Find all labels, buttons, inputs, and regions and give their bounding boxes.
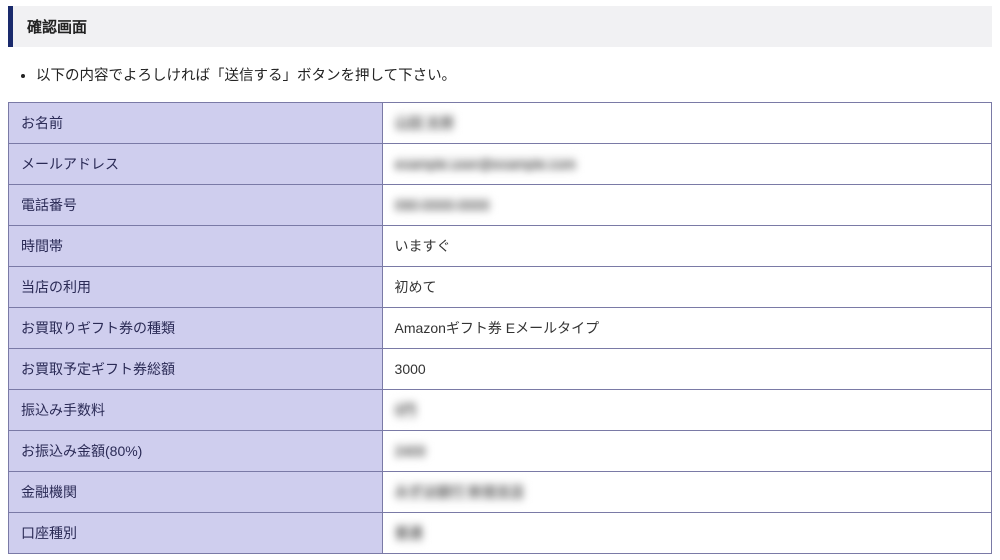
instruction-list: 以下の内容でよろしければ「送信する」ボタンを押して下さい。: [36, 65, 992, 88]
row-label: お買取予定ギフト券総額: [9, 349, 383, 390]
page-title: 確認画面: [27, 16, 978, 37]
confirmation-table: お名前山田 太郎メールアドレス example.user@example.com 電…: [8, 102, 992, 554]
page-title-bar: 確認画面: [8, 6, 992, 47]
table-row: 時間帯いますぐ: [9, 226, 992, 267]
redacted-value: 0円: [395, 400, 417, 420]
row-label: 金融機関: [9, 472, 383, 513]
row-value: 090-0000-0000: [382, 185, 991, 226]
value-text: 初めて: [395, 279, 437, 295]
row-label: メールアドレス: [9, 144, 383, 185]
redacted-value: みずほ銀行 新宿支店: [395, 482, 525, 502]
table-row: お買取予定ギフト券総額 3000: [9, 349, 992, 390]
row-value: いますぐ: [382, 226, 991, 267]
table-row: 当店の利用初めて: [9, 267, 992, 308]
value-text: いますぐ: [395, 238, 451, 254]
row-value: 2400: [382, 431, 991, 472]
row-label: 時間帯: [9, 226, 383, 267]
row-value: 0円: [382, 390, 991, 431]
row-label: 口座種別: [9, 513, 383, 554]
table-row: 電話番号 090-0000-0000: [9, 185, 992, 226]
row-value: 初めて: [382, 267, 991, 308]
table-row: 振込み手数料 0円: [9, 390, 992, 431]
redacted-value: 山田 太郎: [395, 113, 455, 133]
table-row: お買取りギフト券の種類 Amazonギフト券 Eメールタイプ: [9, 308, 992, 349]
table-row: 口座種別普通: [9, 513, 992, 554]
instruction-text: 以下の内容でよろしければ「送信する」ボタンを押して下さい。: [36, 65, 992, 88]
row-value: 3000: [382, 349, 991, 390]
row-label: 電話番号: [9, 185, 383, 226]
table-row: お振込み金額(80%) 2400: [9, 431, 992, 472]
row-label: お買取りギフト券の種類: [9, 308, 383, 349]
redacted-value: 普通: [395, 523, 423, 543]
redacted-value: 2400: [395, 443, 426, 459]
row-label: お名前: [9, 103, 383, 144]
row-value: example.user@example.com: [382, 144, 991, 185]
table-row: お名前山田 太郎: [9, 103, 992, 144]
row-label: 当店の利用: [9, 267, 383, 308]
row-label: 振込み手数料: [9, 390, 383, 431]
value-text: Amazonギフト券 Eメールタイプ: [395, 320, 600, 336]
table-row: メールアドレス example.user@example.com: [9, 144, 992, 185]
row-value: みずほ銀行 新宿支店: [382, 472, 991, 513]
row-label: お振込み金額(80%): [9, 431, 383, 472]
row-value: 普通: [382, 513, 991, 554]
table-row: 金融機関みずほ銀行 新宿支店: [9, 472, 992, 513]
row-value: 山田 太郎: [382, 103, 991, 144]
redacted-value: example.user@example.com: [395, 156, 577, 172]
row-value: Amazonギフト券 Eメールタイプ: [382, 308, 991, 349]
redacted-value: 090-0000-0000: [395, 197, 490, 213]
value-text: 3000: [395, 361, 426, 377]
